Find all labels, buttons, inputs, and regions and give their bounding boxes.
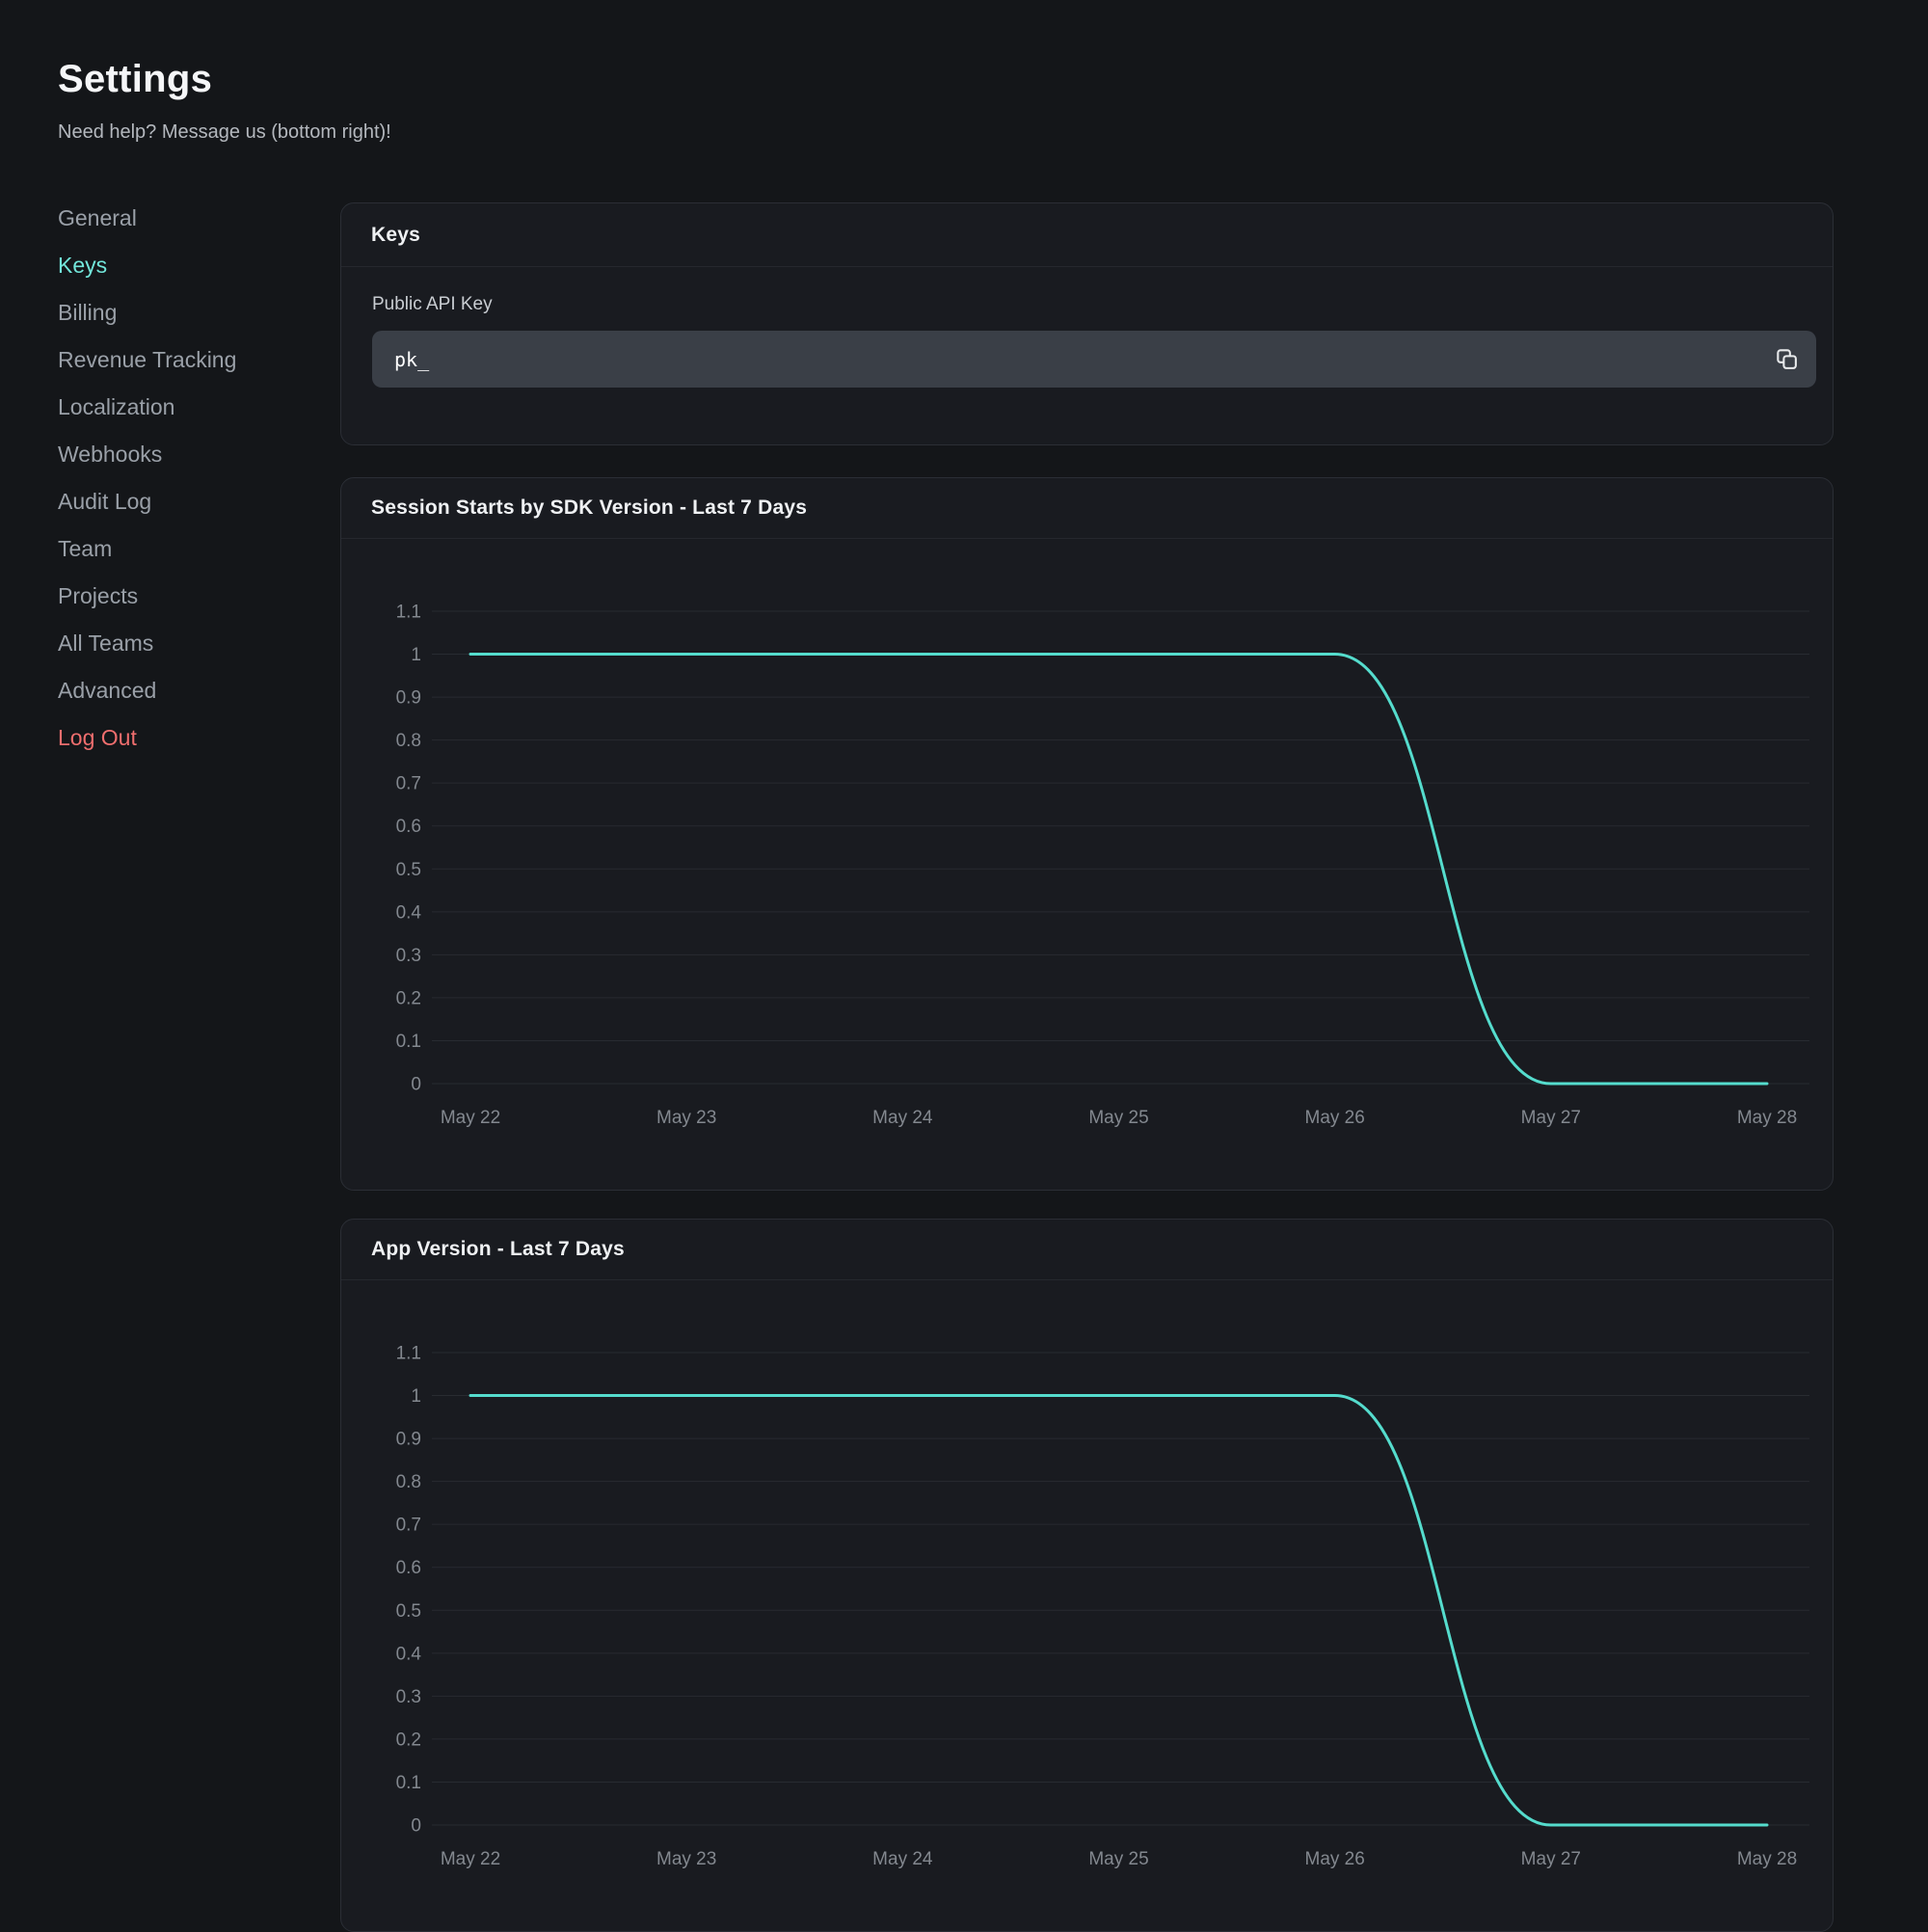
app-version-line-chart: 00.10.20.30.40.50.60.70.80.911.1May 22Ma… bbox=[341, 1280, 1833, 1932]
svg-text:May 23: May 23 bbox=[656, 1849, 716, 1869]
svg-text:1: 1 bbox=[411, 1386, 421, 1407]
svg-text:0.5: 0.5 bbox=[396, 1601, 421, 1622]
y-gridlines bbox=[432, 611, 1809, 1084]
svg-text:0: 0 bbox=[411, 1816, 421, 1837]
svg-text:0.4: 0.4 bbox=[396, 1644, 422, 1664]
x-axis-labels: May 22 May 23 May 24 May 25 May 26 May 27 May … bbox=[441, 1108, 1797, 1128]
sidebar-item-webhooks[interactable]: Webhooks bbox=[58, 442, 236, 468]
page-subtitle: Need help? Message us (bottom right)! bbox=[58, 121, 391, 144]
app-version-chart-card: App Version - Last 7 Days 00.10.20.30.40… bbox=[340, 1219, 1834, 1932]
y-gridlines bbox=[432, 1353, 1809, 1825]
svg-text:May 27: May 27 bbox=[1521, 1108, 1581, 1128]
svg-text:0.1: 0.1 bbox=[396, 1773, 421, 1793]
svg-text:0.7: 0.7 bbox=[396, 1516, 421, 1536]
public-api-key-label: Public API Key bbox=[372, 294, 1816, 315]
svg-text:May 25: May 25 bbox=[1088, 1108, 1148, 1128]
keys-card: Keys Public API Key bbox=[340, 202, 1834, 445]
svg-text:0.8: 0.8 bbox=[396, 731, 421, 751]
sdk-version-line-chart: 00.10.20.30.40.50.60.70.80.911.1May 22Ma… bbox=[341, 539, 1833, 1191]
svg-text:May 25: May 25 bbox=[1088, 1849, 1148, 1869]
sdk-version-chart-title: Session Starts by SDK Version - Last 7 D… bbox=[371, 496, 807, 520]
copy-icon bbox=[1775, 347, 1799, 371]
svg-text:May 26: May 26 bbox=[1305, 1108, 1365, 1128]
sidebar-item-all-teams[interactable]: All Teams bbox=[58, 631, 236, 657]
svg-text:May 28: May 28 bbox=[1737, 1108, 1797, 1128]
svg-text:0.9: 0.9 bbox=[396, 688, 421, 709]
svg-text:May 24: May 24 bbox=[872, 1108, 933, 1128]
svg-text:May 26: May 26 bbox=[1305, 1849, 1365, 1869]
y-axis-labels: 0 0.1 0.2 0.3 0.4 0.5 0.6 0.7 0.8 0.9 1 1.1 bbox=[396, 1344, 422, 1837]
svg-text:May 27: May 27 bbox=[1521, 1849, 1581, 1869]
keys-card-title: Keys bbox=[371, 224, 420, 247]
sidebar-item-revenue-tracking[interactable]: Revenue Tracking bbox=[58, 347, 236, 373]
svg-text:May 24: May 24 bbox=[872, 1849, 933, 1869]
sidebar-item-audit-log[interactable]: Audit Log bbox=[58, 489, 236, 515]
public-api-key-input[interactable] bbox=[372, 331, 1816, 388]
svg-text:0.6: 0.6 bbox=[396, 817, 421, 837]
svg-text:0.2: 0.2 bbox=[396, 988, 421, 1008]
sidebar-item-keys[interactable]: Keys bbox=[58, 253, 236, 279]
sdk-version-chart-header: Session Starts by SDK Version - Last 7 D… bbox=[341, 478, 1833, 539]
svg-text:May 22: May 22 bbox=[441, 1108, 500, 1128]
x-axis-labels: May 22 May 23 May 24 May 25 May 26 May 27 May … bbox=[441, 1849, 1797, 1869]
svg-text:1.1: 1.1 bbox=[396, 1344, 421, 1364]
svg-text:1.1: 1.1 bbox=[396, 603, 421, 623]
svg-text:0.7: 0.7 bbox=[396, 774, 421, 794]
svg-text:0: 0 bbox=[411, 1075, 421, 1095]
copy-api-key-button[interactable] bbox=[1770, 343, 1803, 376]
sidebar-item-advanced[interactable]: Advanced bbox=[58, 678, 236, 704]
svg-text:0.3: 0.3 bbox=[396, 1687, 421, 1707]
svg-text:0.2: 0.2 bbox=[396, 1730, 421, 1750]
app-version-chart-title: App Version - Last 7 Days bbox=[371, 1238, 625, 1261]
svg-text:0.1: 0.1 bbox=[396, 1032, 421, 1052]
sdk-version-chart-card: Session Starts by SDK Version - Last 7 D… bbox=[340, 477, 1834, 1191]
svg-text:May 23: May 23 bbox=[656, 1108, 716, 1128]
svg-text:0.8: 0.8 bbox=[396, 1472, 421, 1492]
settings-sidebar: General Keys Billing Revenue Tracking Locali… bbox=[58, 205, 236, 751]
sidebar-item-projects[interactable]: Projects bbox=[58, 583, 236, 609]
keys-card-body: Public API Key bbox=[341, 267, 1833, 388]
sidebar-item-log-out[interactable]: Log Out bbox=[58, 725, 236, 751]
svg-text:0.3: 0.3 bbox=[396, 946, 421, 966]
sidebar-item-localization[interactable]: Localization bbox=[58, 394, 236, 420]
sidebar-item-general[interactable]: General bbox=[58, 205, 236, 231]
keys-card-header: Keys bbox=[341, 203, 1833, 267]
sidebar-item-team[interactable]: Team bbox=[58, 536, 236, 562]
sidebar-item-billing[interactable]: Billing bbox=[58, 300, 236, 326]
y-axis-labels: 0 0.1 0.2 0.3 0.4 0.5 0.6 0.7 0.8 0.9 1 1.1 bbox=[396, 603, 422, 1095]
svg-text:1: 1 bbox=[411, 645, 421, 665]
svg-text:0.6: 0.6 bbox=[396, 1558, 421, 1578]
app-version-chart-header: App Version - Last 7 Days bbox=[341, 1220, 1833, 1280]
svg-text:0.5: 0.5 bbox=[396, 860, 421, 880]
public-api-key-field bbox=[372, 331, 1816, 388]
svg-text:May 28: May 28 bbox=[1737, 1849, 1797, 1869]
svg-text:May 22: May 22 bbox=[441, 1849, 500, 1869]
svg-text:0.4: 0.4 bbox=[396, 902, 422, 923]
page-title: Settings bbox=[58, 58, 212, 101]
svg-text:0.9: 0.9 bbox=[396, 1430, 421, 1450]
